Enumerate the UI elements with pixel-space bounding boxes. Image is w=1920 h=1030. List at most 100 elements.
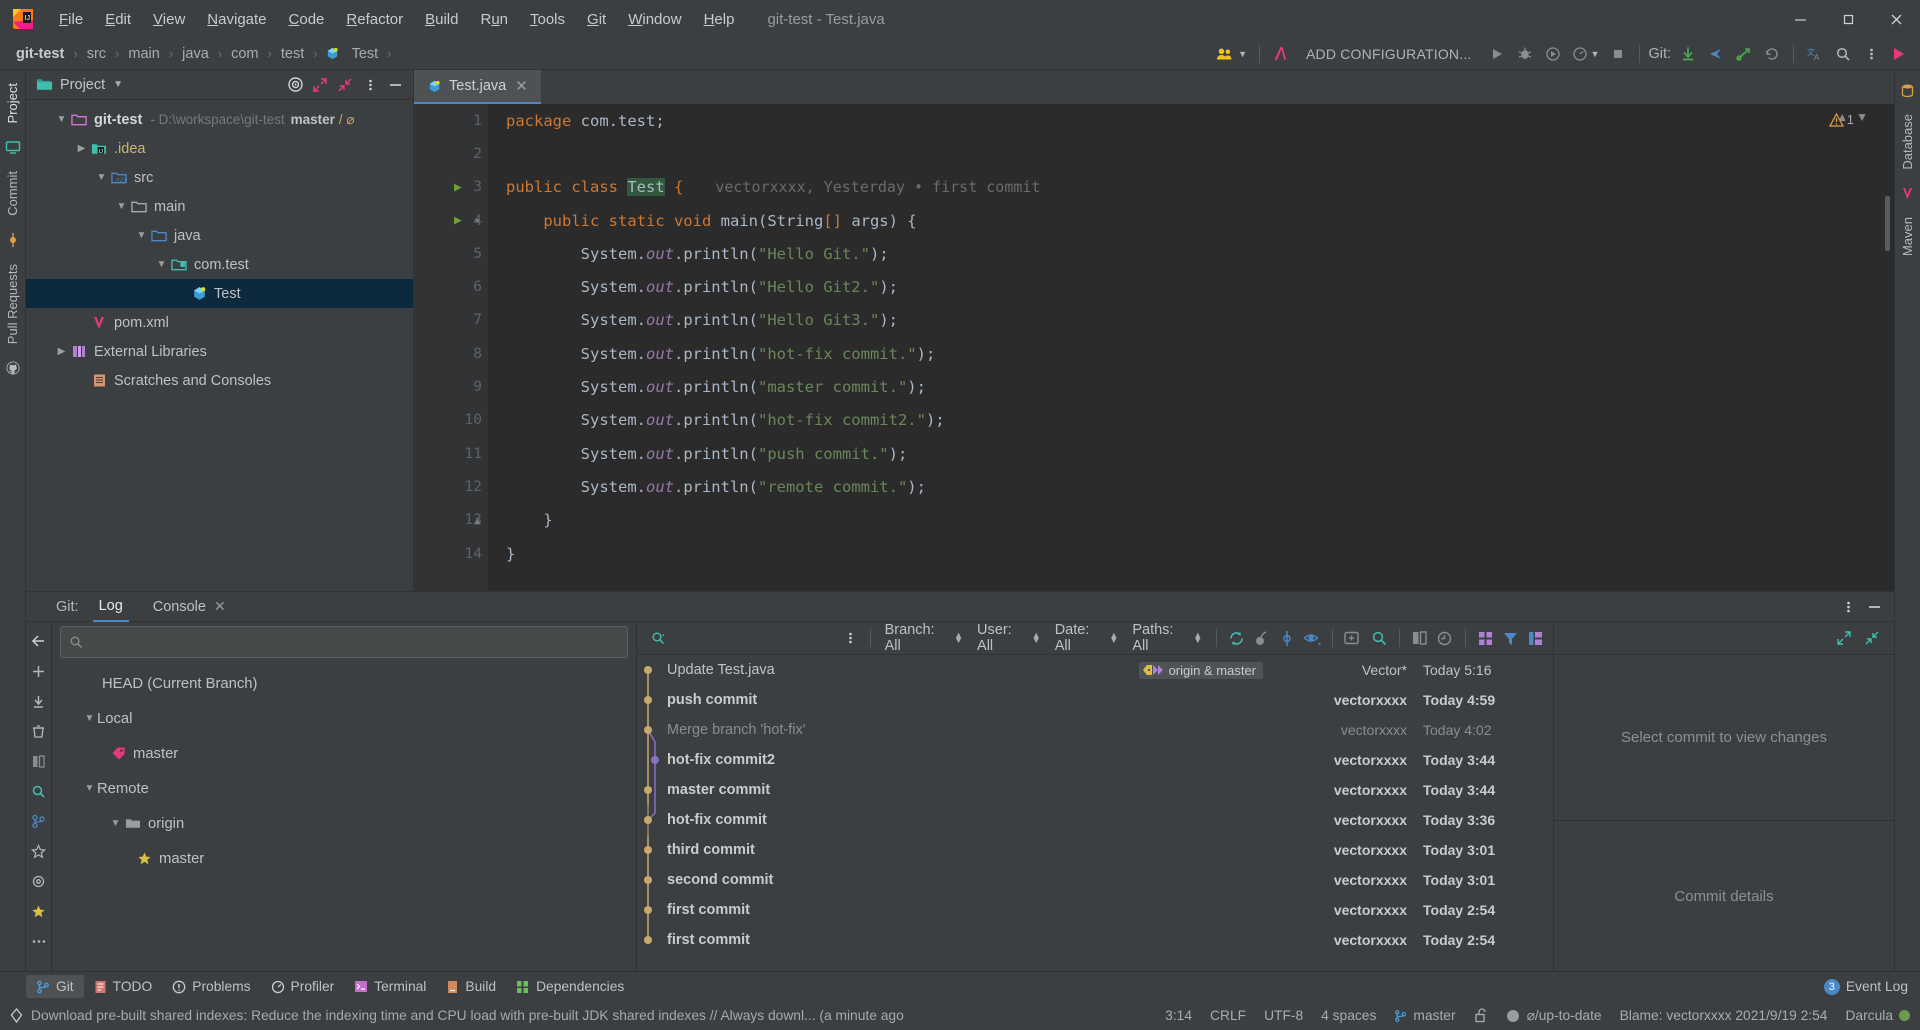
indent-setting[interactable]: 4 spaces (1321, 1008, 1376, 1023)
next-highlight-icon[interactable]: ▼ (1856, 110, 1868, 124)
minimize-button[interactable] (1776, 0, 1824, 38)
more-options-icon[interactable] (1858, 41, 1884, 67)
commit-row[interactable]: Update Test.java origin & master Vector*… (637, 655, 1553, 685)
cherry-pick-icon[interactable] (1250, 626, 1273, 650)
debug-icon[interactable] (1512, 41, 1538, 67)
hide-panel-icon[interactable] (1862, 595, 1886, 619)
breadcrumb-item-5[interactable]: test (277, 44, 308, 64)
menu-code[interactable]: Code (278, 8, 336, 31)
menu-file[interactable]: File (48, 8, 94, 31)
close-button[interactable] (1872, 0, 1920, 38)
stop-icon[interactable] (1605, 41, 1631, 67)
compare-icon[interactable] (1408, 626, 1431, 650)
theme-widget[interactable]: Darcula (1845, 1008, 1910, 1023)
editor-scrollbar-thumb[interactable] (1885, 196, 1890, 251)
tree-node-scratches-consoles[interactable]: Scratches and Consoles (26, 366, 413, 395)
menu-refactor[interactable]: Refactor (335, 8, 414, 31)
collapse-icon[interactable] (1860, 626, 1884, 650)
revert-icon[interactable] (1433, 626, 1456, 650)
run-gutter-icon[interactable]: ▶ (454, 213, 462, 228)
maximize-button[interactable] (1824, 0, 1872, 38)
filter-icon[interactable] (1499, 626, 1522, 650)
commit-row[interactable]: master commit vectorxxxx Today 3:44 (637, 775, 1553, 805)
code-text[interactable]: package com.test; public class Test {vec… (488, 104, 1894, 591)
chevron-down-icon[interactable]: ▼ (113, 79, 123, 90)
fold-end-icon[interactable]: ▲ (474, 514, 481, 527)
monitor-icon[interactable] (0, 132, 25, 162)
commit-row[interactable]: push commit vectorxxxx Today 4:59 (637, 685, 1553, 715)
expand-icon[interactable] (1832, 626, 1856, 650)
branch-node-remote[interactable]: ▼ Remote (52, 771, 636, 806)
menu-edit[interactable]: Edit (94, 8, 142, 31)
collapse-all-icon[interactable] (333, 73, 357, 97)
close-tab-icon[interactable]: ✕ (214, 598, 226, 615)
branch-search-input[interactable] (83, 634, 619, 650)
tree-node-com-test[interactable]: ▼ com.test (26, 250, 413, 279)
add-branch-icon[interactable] (27, 656, 51, 686)
commit-row[interactable]: first commit vectorxxxx Today 2:54 (637, 925, 1553, 955)
branch-node-head[interactable]: HEAD (Current Branch) (52, 666, 636, 701)
chevron-down-icon[interactable]: ▼ (154, 259, 169, 270)
run-gutter-icon[interactable]: ▶ (454, 180, 462, 195)
run-coverage-icon[interactable] (1540, 41, 1566, 67)
filter-paths[interactable]: Paths: All ▲▼ (1126, 619, 1208, 657)
chevron-down-icon[interactable]: ▼ (82, 713, 97, 724)
lambda-config-icon[interactable] (1268, 41, 1294, 67)
github-icon[interactable] (0, 353, 25, 383)
commit-icon[interactable] (1703, 41, 1729, 67)
more-options-icon[interactable] (1836, 595, 1860, 619)
tool-window-profiler[interactable]: Profiler (261, 975, 345, 998)
menu-navigate[interactable]: Navigate (196, 8, 277, 31)
branch-node-origin[interactable]: ▼ origin (52, 806, 636, 841)
commit-ref-label[interactable]: origin & master (1139, 662, 1263, 679)
settings-icon[interactable] (27, 866, 51, 896)
rail-item-project[interactable]: Project (3, 74, 22, 132)
database-icon[interactable] (1895, 76, 1920, 105)
tool-window-todo[interactable]: TODO (84, 975, 163, 998)
grid-icon[interactable] (1473, 626, 1496, 650)
tree-node-main[interactable]: ▼ main (26, 192, 413, 221)
eye-icon[interactable] (1301, 626, 1324, 650)
tree-node-pom-xml[interactable]: pom.xml (26, 308, 413, 337)
blame-info[interactable]: Blame: vectorxxxx 2021/9/19 2:54 (1620, 1008, 1828, 1023)
menu-tools[interactable]: Tools (519, 8, 576, 31)
branch-node-master-local[interactable]: master (52, 736, 636, 771)
refresh-icon[interactable] (1225, 626, 1248, 650)
event-log-button[interactable]: 3 Event Log (1824, 979, 1908, 995)
commit-row[interactable]: Merge branch 'hot-fix' vectorxxxx Today … (637, 715, 1553, 745)
delete-icon[interactable] (27, 716, 51, 746)
profiler-icon[interactable]: ▼ (1568, 41, 1604, 67)
branch-search-field[interactable] (60, 626, 628, 658)
menu-run[interactable]: Run (469, 8, 519, 31)
favorites-star-icon[interactable] (27, 896, 51, 926)
maven-icon[interactable] (1895, 179, 1920, 208)
log-search-field[interactable] (643, 631, 836, 646)
hide-panel-icon[interactable] (383, 73, 407, 97)
tab-log[interactable]: Log (93, 592, 129, 622)
chevron-down-icon[interactable]: ▼ (108, 818, 123, 829)
breadcrumb-item-6[interactable]: Test (348, 44, 383, 64)
chevron-right-icon[interactable]: ▶ (74, 143, 89, 154)
branch-icon[interactable] (1276, 626, 1299, 650)
editor-tab-test-java[interactable]: Test.java ✕ (414, 70, 541, 104)
line-separator[interactable]: CRLF (1210, 1008, 1246, 1023)
tool-window-terminal[interactable]: Terminal (344, 975, 436, 998)
chevron-down-icon[interactable]: ▼ (134, 230, 149, 241)
log-more-options-icon[interactable] (838, 626, 861, 650)
compare-icon[interactable] (27, 746, 51, 776)
columns-icon[interactable] (1524, 626, 1547, 650)
tree-node-git-test[interactable]: ▼ git-test - D:\workspace\git-test maste… (26, 105, 413, 134)
unlock-icon[interactable] (1474, 1008, 1488, 1023)
breadcrumb-item-2[interactable]: main (124, 44, 163, 64)
branch-graph-icon[interactable] (27, 806, 51, 836)
editor-gutter[interactable]: 1 2 ▶3 ▶ ▾4 5 6 7 8 (414, 104, 488, 591)
rail-item-pull-requests[interactable]: Pull Requests (3, 255, 22, 353)
code-editor[interactable]: 1 2 ▶3 ▶ ▾4 5 6 7 8 (414, 104, 1894, 591)
add-configuration-button[interactable]: ADD CONFIGURATION... (1296, 46, 1482, 62)
commit-row[interactable]: second commit vectorxxxx Today 3:01 (637, 865, 1553, 895)
commit-row[interactable]: hot-fix commit vectorxxxx Today 3:36 (637, 805, 1553, 835)
git-branch-widget[interactable]: master (1394, 1008, 1455, 1023)
tree-node-java[interactable]: ▼ java (26, 221, 413, 250)
commit-node-icon[interactable] (0, 225, 25, 255)
caret-position[interactable]: 3:14 (1165, 1008, 1192, 1023)
